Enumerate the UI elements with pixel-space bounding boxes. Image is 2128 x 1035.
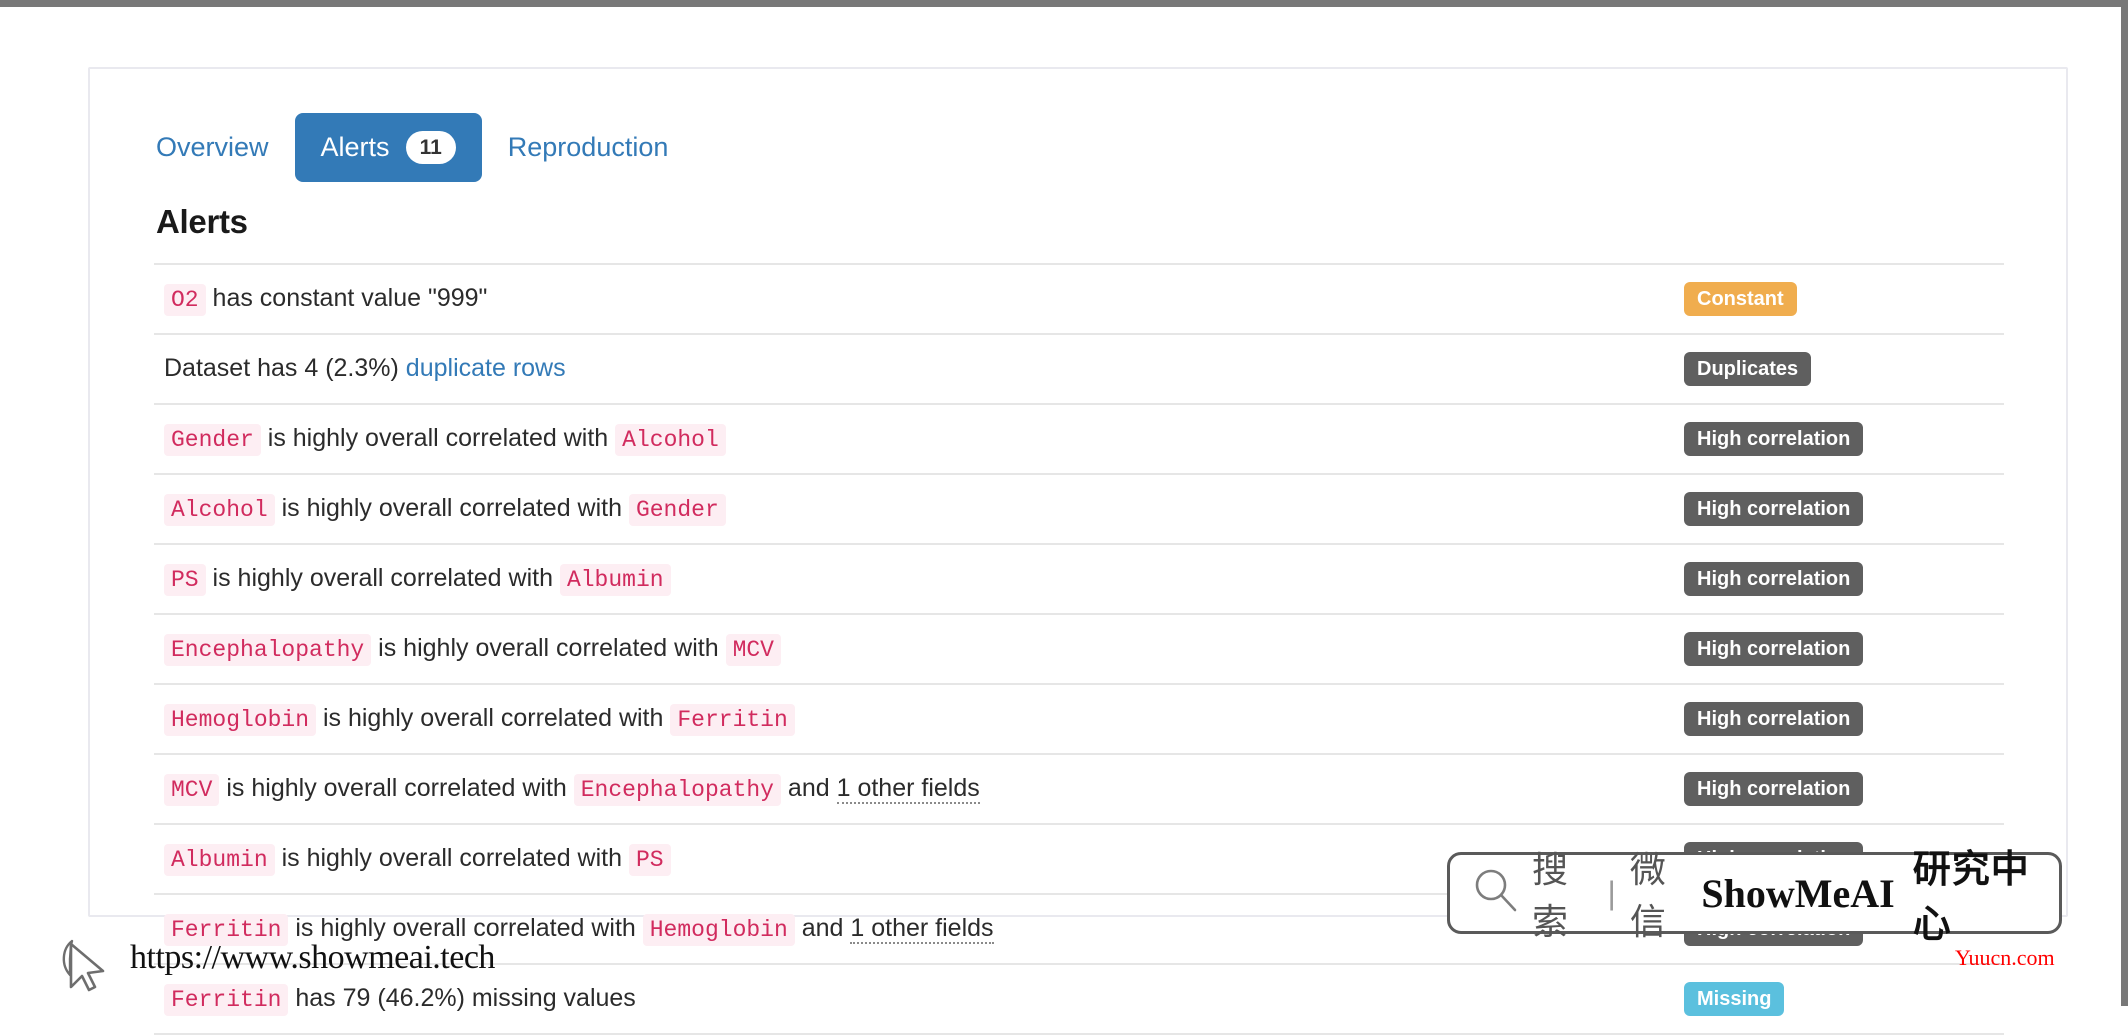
- status-badge: High correlation: [1684, 422, 1864, 456]
- cursor-arrow-icon: [58, 935, 114, 1002]
- alert-badge-cell: High correlation: [1674, 404, 2004, 474]
- alert-badge-cell: High correlation: [1674, 474, 2004, 544]
- table-row: PS is highly overall correlated with Alb…: [154, 544, 2004, 614]
- alert-text-fragment: is highly overall correlated with: [274, 844, 629, 873]
- alert-badge-cell: High correlation: [1674, 684, 2004, 754]
- variable-chip[interactable]: Gender: [628, 494, 726, 527]
- table-row: O2 has constant value "999" Constant: [154, 264, 2004, 334]
- corner-watermark-tag: Yuucn.com: [1955, 945, 2055, 970]
- alert-message: PS is highly overall correlated with Alb…: [154, 544, 1674, 614]
- variable-chip[interactable]: Encephalopathy: [164, 634, 372, 667]
- variable-chip[interactable]: PS: [164, 564, 206, 597]
- status-badge: High correlation: [1684, 702, 1864, 736]
- variable-chip[interactable]: Ferritin: [164, 984, 289, 1017]
- report-tab-bar: Overview Alerts 11 Reproduction: [130, 113, 694, 182]
- variable-chip[interactable]: Hemoglobin: [642, 914, 795, 947]
- table-row: MCV is highly overall correlated with En…: [154, 754, 2004, 824]
- tab-count-badge: 11: [405, 131, 456, 164]
- variable-chip[interactable]: Albumin: [559, 564, 671, 597]
- alert-text-fragment: is highly overall correlated with: [219, 774, 574, 803]
- other-fields-abbr[interactable]: 1 other fields: [836, 774, 980, 805]
- variable-chip[interactable]: PS: [628, 844, 671, 877]
- alert-text-fragment: is highly overall correlated with: [316, 704, 671, 733]
- alert-badge-cell: High correlation: [1674, 754, 2004, 824]
- alert-text-fragment: is highly overall correlated with: [274, 494, 629, 523]
- alert-text-fragment: is highly overall correlated with: [205, 564, 560, 593]
- tab-overview[interactable]: Overview: [130, 116, 295, 179]
- status-badge: High correlation: [1684, 562, 1864, 596]
- table-row: Encephalopathy is highly overall correla…: [154, 614, 2004, 684]
- search-icon: [1470, 865, 1522, 922]
- variable-chip[interactable]: Alcohol: [615, 424, 726, 457]
- alert-text-fragment: and: [794, 914, 851, 943]
- table-row: Dataset has 4 (2.3%) duplicate rows Dupli…: [154, 334, 2004, 404]
- alert-message: MCV is highly overall correlated with En…: [154, 754, 1674, 824]
- alert-message: Dataset has 4 (2.3%) duplicate rows: [154, 334, 1674, 404]
- alert-text-fragment: is highly overall correlated with: [288, 914, 643, 943]
- alert-badge-cell: Constant: [1674, 264, 2004, 334]
- watermark-search-label: 搜索: [1532, 850, 1571, 943]
- site-url: https://www.showmeai.tech: [130, 939, 495, 976]
- watermark-brand-cn: 研究中心: [1912, 847, 2030, 946]
- alert-badge-cell: High correlation: [1674, 544, 2004, 614]
- alert-badge-cell: High correlation: [1674, 614, 2004, 684]
- tab-alerts[interactable]: Alerts 11: [294, 113, 482, 182]
- table-row: Gender is highly overall correlated with…: [154, 404, 2004, 474]
- alert-text-fragment: has 79 (46.2%) missing values: [288, 984, 636, 1013]
- variable-chip[interactable]: Alcohol: [164, 494, 275, 527]
- alert-text-fragment: is highly overall correlated with: [260, 424, 616, 453]
- status-badge: High correlation: [1684, 772, 1864, 806]
- page-title: Alerts: [156, 203, 248, 240]
- alert-text-fragment: is highly overall correlated with: [371, 634, 726, 663]
- variable-chip[interactable]: Ferritin: [670, 704, 795, 737]
- table-row: Hemoglobin is highly overall correlated …: [154, 684, 2004, 754]
- status-badge: High correlation: [1684, 632, 1864, 666]
- tab-label: Overview: [156, 132, 269, 162]
- tab-label: Alerts: [320, 132, 390, 162]
- alert-message: Gender is highly overall correlated with…: [154, 404, 1674, 474]
- status-badge: Constant: [1684, 282, 1797, 316]
- alert-text-fragment: has constant value "999": [205, 284, 488, 313]
- alert-message: Alcohol is highly overall correlated wit…: [154, 474, 1674, 544]
- watermark-brand: ShowMeAI: [1701, 870, 1895, 916]
- status-badge: High correlation: [1684, 492, 1864, 526]
- tab-reproduction[interactable]: Reproduction: [482, 116, 695, 179]
- profiling-report-card: Overview Alerts 11 Reproduction Alerts O2 h…: [88, 67, 2068, 1034]
- alert-text-fragment: and: [780, 774, 837, 803]
- report-page: Overview Alerts 11 Reproduction Alerts O2 h…: [0, 7, 2121, 1034]
- alert-message: Hemoglobin is highly overall correlated …: [154, 684, 1674, 754]
- watermark-separator: |: [1607, 874, 1616, 911]
- alert-badge-cell: Missing: [1674, 964, 2004, 1034]
- variable-chip[interactable]: MCV: [725, 634, 781, 667]
- other-fields-abbr[interactable]: 1 other fields: [850, 914, 994, 945]
- variable-chip[interactable]: Hemoglobin: [164, 704, 317, 737]
- variable-chip[interactable]: Encephalopathy: [573, 774, 781, 807]
- variable-chip[interactable]: Albumin: [164, 844, 275, 877]
- screenshot-frame: Overview Alerts 11 Reproduction Alerts O2 h…: [0, 0, 2128, 1034]
- table-row: Alcohol is highly overall correlated wit…: [154, 474, 2004, 544]
- watermark-channel-label: 微信: [1629, 850, 1668, 943]
- status-badge: Missing: [1684, 982, 1785, 1016]
- variable-chip[interactable]: O2: [164, 284, 206, 317]
- tab-label: Reproduction: [507, 132, 669, 162]
- duplicate-rows-link[interactable]: duplicate rows: [406, 354, 566, 382]
- variable-chip[interactable]: Gender: [164, 424, 261, 457]
- alert-message: Albumin is highly overall correlated wit…: [154, 824, 1674, 894]
- status-badge: Duplicates: [1684, 352, 1812, 386]
- variable-chip[interactable]: MCV: [164, 774, 220, 807]
- alert-message: Encephalopathy is highly overall correla…: [154, 614, 1674, 684]
- alert-badge-cell: Duplicates: [1674, 334, 2004, 404]
- alert-message: O2 has constant value "999": [154, 264, 1674, 334]
- watermark-overlay: 搜索 | 微信 ShowMeAI 研究中心: [1447, 847, 2062, 946]
- alert-text-fragment: Dataset has 4 (2.3%): [164, 354, 406, 383]
